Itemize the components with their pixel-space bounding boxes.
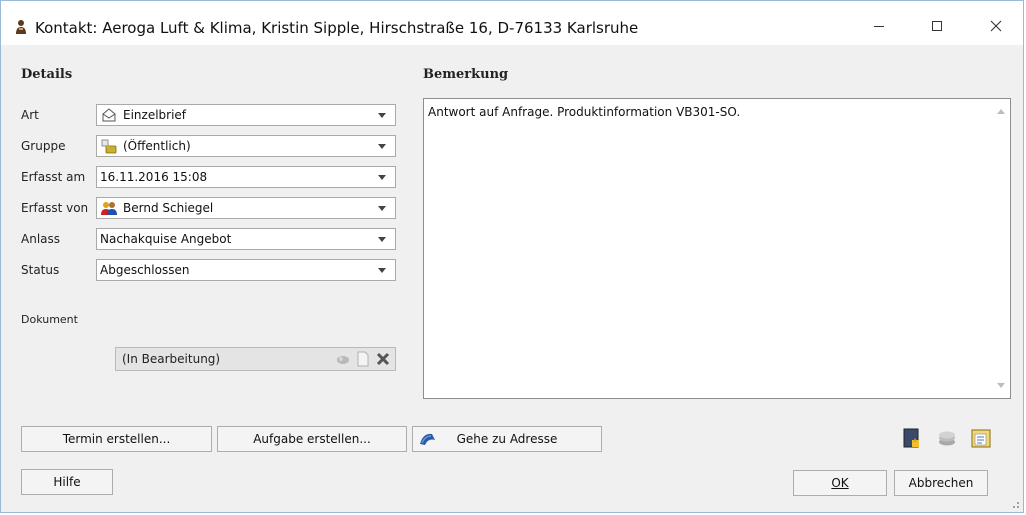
window-title: Kontakt: Aeroga Luft & Klima, Kristin Si… bbox=[35, 19, 639, 37]
document-field: (In Bearbeitung) bbox=[115, 347, 396, 371]
ok-button[interactable]: OK bbox=[793, 470, 887, 496]
termin-erstellen-label: Termin erstellen... bbox=[62, 432, 171, 446]
title-bar: Kontakt: Aeroga Luft & Klima, Kristin Si… bbox=[1, 1, 1023, 45]
open-icon[interactable] bbox=[335, 351, 351, 367]
resize-grip-icon[interactable] bbox=[1010, 499, 1020, 509]
cancel-label: Abbrechen bbox=[908, 476, 974, 490]
help-label: Hilfe bbox=[53, 475, 81, 489]
coins-button[interactable] bbox=[936, 427, 958, 449]
chevron-down-icon bbox=[378, 267, 386, 273]
contact-dialog: Kontakt: Aeroga Luft & Klima, Kristin Si… bbox=[0, 0, 1024, 513]
status-combobox[interactable]: Abgeschlossen bbox=[96, 259, 396, 281]
chevron-down-icon bbox=[378, 205, 386, 211]
art-combobox[interactable]: Einzelbrief bbox=[96, 104, 396, 126]
close-button[interactable] bbox=[973, 11, 1019, 41]
erfasst-von-value: Bernd Schiegel bbox=[123, 201, 214, 215]
delete-icon[interactable] bbox=[375, 351, 391, 367]
gruppe-combobox[interactable]: (Öffentlich) bbox=[96, 135, 396, 157]
scroll-down-icon[interactable] bbox=[997, 383, 1005, 388]
field-label-anlass: Anlass bbox=[21, 232, 61, 246]
remark-heading: Bemerkung bbox=[423, 67, 509, 82]
gehe-zu-adresse-button[interactable]: Gehe zu Adresse bbox=[412, 426, 602, 452]
note-button[interactable] bbox=[901, 427, 923, 449]
coins-icon bbox=[939, 431, 955, 446]
status-value: Abgeschlossen bbox=[100, 263, 190, 277]
cancel-button[interactable]: Abbrechen bbox=[894, 470, 988, 496]
gehe-zu-adresse-label: Gehe zu Adresse bbox=[456, 432, 558, 446]
field-label-erfasst-von: Erfasst von bbox=[21, 201, 89, 215]
chevron-down-icon bbox=[378, 112, 386, 118]
maximize-icon bbox=[932, 21, 942, 31]
scroll-up-icon[interactable] bbox=[997, 109, 1005, 114]
erfasst-von-combobox[interactable]: Bernd Schiegel bbox=[96, 197, 396, 219]
document-value: (In Bearbeitung) bbox=[122, 352, 221, 366]
ok-label: OK bbox=[831, 476, 849, 490]
field-label-art: Art bbox=[21, 108, 39, 122]
page-icon[interactable] bbox=[355, 351, 371, 367]
erfasst-am-value: 16.11.2016 15:08 bbox=[100, 170, 208, 184]
art-value: Einzelbrief bbox=[123, 108, 187, 122]
remark-scrollbar[interactable] bbox=[992, 99, 1010, 398]
aufgabe-erstellen-label: Aufgabe erstellen... bbox=[253, 432, 371, 446]
details-heading: Details bbox=[21, 67, 73, 82]
minimize-icon bbox=[874, 26, 884, 27]
close-icon bbox=[990, 20, 1002, 32]
gruppe-value: (Öffentlich) bbox=[123, 139, 191, 153]
chevron-down-icon bbox=[378, 143, 386, 149]
person-icon bbox=[13, 19, 29, 35]
aufgabe-erstellen-button[interactable]: Aufgabe erstellen... bbox=[217, 426, 407, 452]
erfasst-am-combobox[interactable]: 16.11.2016 15:08 bbox=[96, 166, 396, 188]
termin-erstellen-button[interactable]: Termin erstellen... bbox=[21, 426, 212, 452]
document-label: Dokument bbox=[21, 313, 78, 326]
field-label-gruppe: Gruppe bbox=[21, 139, 66, 153]
calendar-button[interactable] bbox=[970, 427, 992, 449]
users-icon bbox=[101, 200, 117, 216]
remark-textarea[interactable]: Antwort auf Anfrage. Produktinformation … bbox=[423, 98, 1011, 399]
anlass-value: Nachakquise Angebot bbox=[100, 232, 232, 246]
chevron-down-icon bbox=[378, 174, 386, 180]
maximize-button[interactable] bbox=[914, 11, 960, 41]
help-button[interactable]: Hilfe bbox=[21, 469, 113, 495]
note-icon bbox=[903, 428, 919, 448]
envelope-icon bbox=[101, 107, 117, 123]
address-icon bbox=[419, 431, 437, 447]
field-label-erfasst-am: Erfasst am bbox=[21, 170, 86, 184]
group-folder-icon bbox=[101, 138, 117, 154]
calendar-icon bbox=[971, 429, 991, 448]
field-label-status: Status bbox=[21, 263, 60, 277]
minimize-button[interactable] bbox=[856, 11, 902, 41]
anlass-combobox[interactable]: Nachakquise Angebot bbox=[96, 228, 396, 250]
remark-text: Antwort auf Anfrage. Produktinformation … bbox=[428, 105, 741, 119]
chevron-down-icon bbox=[378, 236, 386, 242]
